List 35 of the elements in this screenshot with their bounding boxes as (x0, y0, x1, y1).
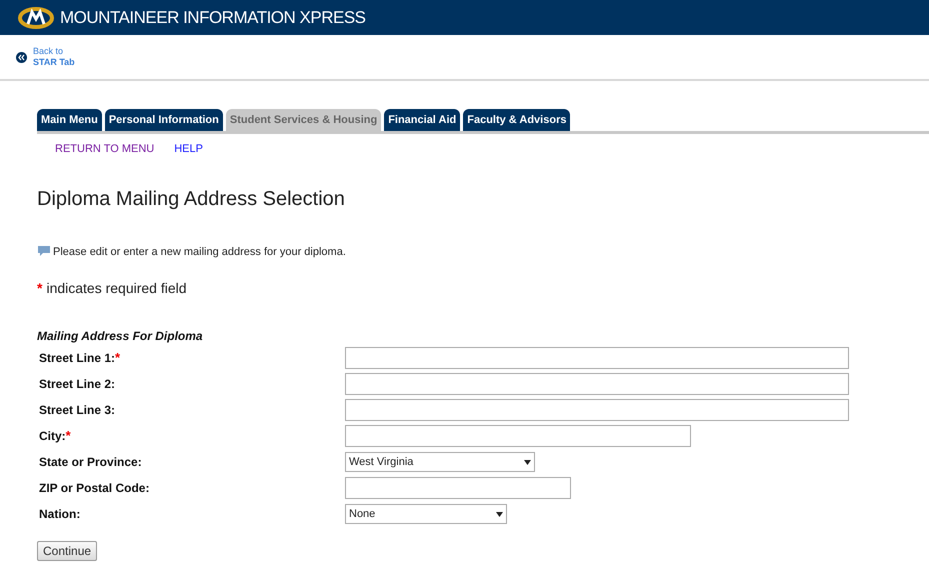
speech-bubble-icon (38, 246, 50, 258)
required-legend: indicates required field (46, 278, 187, 299)
tab[interactable]: Faculty & Advisors (463, 109, 570, 131)
required-mark: * (115, 349, 120, 368)
input-field[interactable] (345, 347, 849, 369)
site-title: MOUNTAINEER INFORMATION XPRESS (60, 6, 366, 29)
field-label: ZIP or Postal Code: (39, 480, 150, 497)
form-heading: Mailing Address For Diploma (37, 328, 204, 345)
field-label: Street Line 3: (39, 402, 116, 419)
input-field[interactable] (345, 373, 849, 395)
required-mark: * (66, 427, 71, 446)
dropdown[interactable]: None (345, 504, 507, 524)
caret-icon[interactable] (524, 460, 531, 464)
field-label: Nation: (39, 506, 80, 523)
input-field[interactable] (345, 477, 571, 499)
info-text: Please edit or enter a new mailing address for your diploma. (53, 244, 346, 260)
field-label: Street Line 1: (39, 350, 116, 367)
back-link[interactable]: Back to STAR Tab (33, 46, 75, 68)
back-icon[interactable] (16, 52, 27, 62)
required-mark: * (37, 279, 42, 298)
caret-icon[interactable] (496, 512, 503, 516)
page-title: Diploma Mailing Address Selection (37, 186, 346, 212)
menu-link[interactable]: HELP (174, 141, 203, 158)
field-label: State or Province: (39, 454, 142, 471)
input-field[interactable] (345, 399, 849, 421)
tab[interactable]: Financial Aid (384, 109, 460, 131)
dropdown[interactable]: West Virginia (345, 452, 535, 472)
input-field[interactable] (345, 425, 691, 447)
continue-button[interactable]: Continue (37, 541, 98, 561)
tab[interactable]: Main Menu (37, 109, 102, 131)
field-label: Street Line 2: (39, 376, 116, 393)
logo-icon (18, 6, 54, 28)
tab[interactable]: Personal Information (104, 109, 223, 131)
field-label: City: (39, 428, 66, 445)
menu-link[interactable]: RETURN TO MENU (55, 141, 154, 158)
